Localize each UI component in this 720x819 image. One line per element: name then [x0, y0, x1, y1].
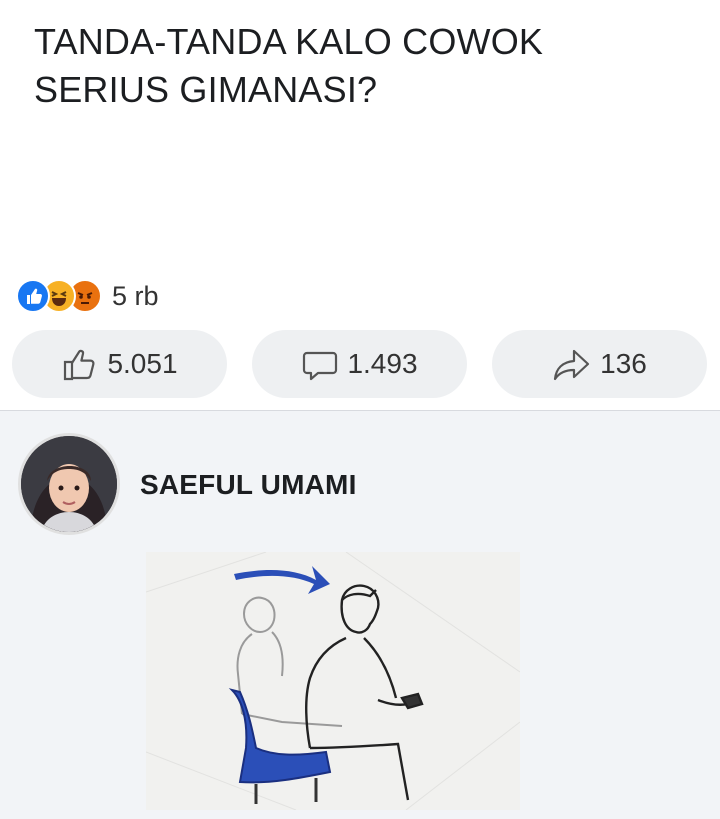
comment-icon: [303, 351, 338, 381]
post-card: TANDA-TANDA KALO COWOK SERIUS GIMANASI? …: [0, 0, 720, 410]
share-button[interactable]: 136: [492, 330, 707, 398]
share-count: 136: [600, 348, 647, 379]
comment-button[interactable]: 1.493: [252, 330, 467, 398]
post-text-line-2: SERIUS GIMANASI?: [34, 69, 378, 110]
thumbs-up-icon: [64, 349, 95, 381]
comment-image[interactable]: [146, 552, 520, 810]
reaction-count: 5 rb: [112, 280, 159, 311]
comment-section: SAEFUL UMAMI: [0, 411, 720, 819]
reactions-summary[interactable]: 5 rb: [16, 276, 159, 316]
like-count: 5.051: [107, 348, 178, 379]
post-text: TANDA-TANDA KALO COWOK SERIUS GIMANASI?: [34, 18, 674, 114]
like-button[interactable]: 5.051: [12, 330, 227, 398]
action-bar: 5.051 1.493 136: [0, 330, 720, 400]
like-reaction-icon: [16, 279, 50, 313]
comment-count: 1.493: [347, 348, 418, 379]
share-arrow-icon: [554, 349, 590, 381]
avatar[interactable]: [18, 433, 120, 535]
illustration-man-leaning-forward-icon: [146, 552, 520, 810]
comment-author-name[interactable]: SAEFUL UMAMI: [140, 469, 357, 501]
post-text-line-1: TANDA-TANDA KALO COWOK: [34, 21, 544, 62]
